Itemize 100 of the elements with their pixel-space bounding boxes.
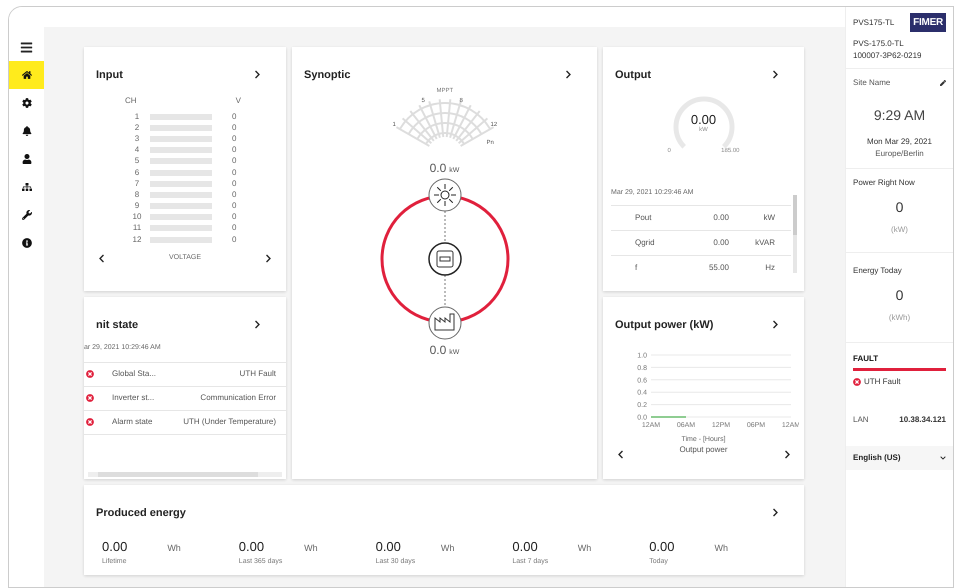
chart-legend: Output power xyxy=(679,444,728,456)
channel-number: 1 xyxy=(134,110,140,123)
energy-value: 0.00 xyxy=(238,538,264,556)
pencil-icon xyxy=(940,80,946,86)
next-button[interactable] xyxy=(771,70,780,79)
power-value: 0.0 xyxy=(430,342,446,359)
lan-address: 10.38.34.121 xyxy=(899,414,946,426)
edit-button[interactable] xyxy=(940,80,946,86)
home-icon xyxy=(22,70,32,80)
energy-today-value: 0 xyxy=(896,286,904,305)
status-title: FAULT xyxy=(853,353,946,371)
next-button[interactable] xyxy=(771,320,780,329)
state-value: UTH (Under Temperature) xyxy=(182,416,277,428)
chevron-right-icon xyxy=(253,70,262,79)
energy-value: 0.00 xyxy=(376,538,401,556)
chevron-right-icon xyxy=(771,320,780,329)
power-line xyxy=(650,416,686,418)
next-button[interactable] xyxy=(253,320,262,329)
channel-number: 6 xyxy=(134,166,140,179)
scrollbar[interactable] xyxy=(793,194,797,272)
channel-number: 4 xyxy=(134,144,140,156)
state-label: Global Sta... xyxy=(112,368,158,380)
state-value: Communication Error xyxy=(199,392,277,404)
voltage-value: 0 xyxy=(232,211,236,224)
error-icon xyxy=(86,370,94,378)
error-icon xyxy=(853,378,861,386)
model-name: PVS175-TL xyxy=(853,16,894,28)
state-label: Alarm state xyxy=(112,416,154,428)
card-title: Input xyxy=(96,68,123,83)
column-header: V xyxy=(236,95,241,107)
channel-number: 12 xyxy=(132,234,142,246)
error-icon xyxy=(86,418,94,426)
voltage-value: 0 xyxy=(232,155,236,168)
card-title: Output xyxy=(615,68,652,83)
measure-value: 0.00 xyxy=(712,236,729,248)
site-name: Site Name xyxy=(853,77,890,89)
channel-number: 5 xyxy=(134,155,140,168)
channel-number: 10 xyxy=(132,211,142,224)
measure-value: 55.00 xyxy=(708,262,729,274)
card-title: Output power (kW) xyxy=(615,318,714,333)
voltage-value: 0 xyxy=(232,132,236,145)
energy-unit: Wh xyxy=(167,542,181,555)
settings-icon xyxy=(22,98,32,108)
voltage-value: 0 xyxy=(232,188,236,201)
brand-logo: FIMER xyxy=(910,13,946,32)
state-value: UTH Fault xyxy=(238,368,277,380)
chevron-right-icon xyxy=(253,320,262,329)
measure-value: 0.00 xyxy=(712,212,729,224)
chevron-right-icon xyxy=(771,508,780,517)
gauge-value: 0.00 xyxy=(690,113,716,126)
next-button[interactable] xyxy=(253,70,262,79)
card-title: nit state xyxy=(96,318,138,333)
nav-item[interactable] xyxy=(9,61,44,89)
channel-number: 8 xyxy=(134,188,140,201)
channel-number: 11 xyxy=(132,222,142,234)
channel-number: 2 xyxy=(134,122,140,134)
channel-number: 3 xyxy=(134,132,140,145)
wrench-icon xyxy=(22,210,32,220)
next-button[interactable] xyxy=(564,70,573,79)
energy-unit: Wh xyxy=(578,542,592,555)
next-button[interactable] xyxy=(782,450,792,458)
user-icon xyxy=(22,154,32,164)
factory-node-icon[interactable] xyxy=(428,306,461,340)
energy-unit: Wh xyxy=(304,542,318,555)
voltage-value: 0 xyxy=(232,178,236,190)
sun-node-icon[interactable] xyxy=(428,178,461,212)
info-icon xyxy=(22,238,32,248)
lan-label: LAN xyxy=(853,414,869,426)
chevron-right-icon xyxy=(782,450,792,458)
channel-number: 7 xyxy=(134,178,140,190)
measure-unit: Hz xyxy=(764,262,775,274)
energy-value: 0.00 xyxy=(649,538,674,556)
voltage-value: 0 xyxy=(232,144,236,156)
measure-name: f xyxy=(634,262,638,274)
energy-unit: Wh xyxy=(714,542,728,555)
next-button[interactable] xyxy=(264,254,273,263)
network-icon xyxy=(22,182,32,192)
energy-unit: Wh xyxy=(440,542,454,555)
column-header: CH xyxy=(125,95,137,107)
language-select[interactable]: English (US) xyxy=(846,446,953,470)
voltage-value: 0 xyxy=(232,122,236,134)
chevron-right-icon xyxy=(771,70,780,79)
measure-unit: kW xyxy=(762,212,775,224)
card-title: Produced energy xyxy=(96,506,186,521)
energy-value: 0.00 xyxy=(512,538,538,556)
error-icon xyxy=(86,394,94,402)
energy-today-unit: (kWh) xyxy=(888,312,910,324)
power-value: 0.0 xyxy=(430,160,446,177)
measure-name: Pout xyxy=(634,212,652,224)
next-button[interactable] xyxy=(771,508,780,517)
device-name: PVS-175.0-TL xyxy=(853,38,905,50)
inverter-node-icon[interactable] xyxy=(428,242,462,276)
chevron-right-icon xyxy=(564,70,573,79)
power-label: Power Right Now xyxy=(853,177,915,189)
serial-number: 100007-3P62-0219 xyxy=(853,50,923,62)
previous-button[interactable] xyxy=(616,450,624,458)
horizontal-scrollbar[interactable] xyxy=(88,472,282,477)
chevron-left-icon xyxy=(616,450,624,458)
power-now-value: 0 xyxy=(896,198,904,217)
previous-button[interactable] xyxy=(97,254,106,263)
